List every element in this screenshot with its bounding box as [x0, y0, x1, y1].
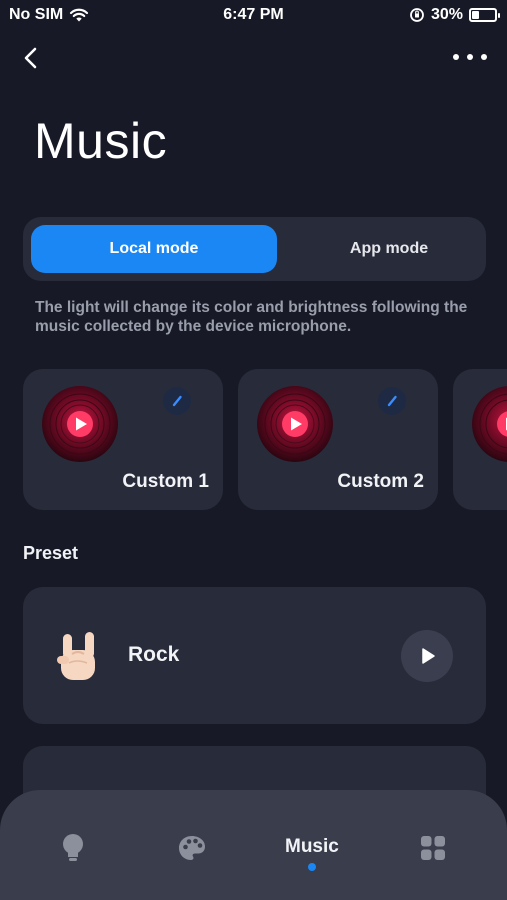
app-mode-button[interactable]: App mode: [277, 225, 501, 273]
tab-bulb[interactable]: [60, 833, 86, 863]
pencil-icon[interactable]: [378, 387, 406, 415]
play-button[interactable]: [401, 630, 453, 682]
tab-bar: Music: [0, 790, 507, 900]
custom-card-1[interactable]: Custom 1: [23, 369, 223, 510]
tab-more[interactable]: [421, 836, 445, 860]
battery-icon: [469, 8, 500, 22]
rock-hand-icon: [57, 632, 95, 680]
page-title: Music: [34, 113, 168, 169]
music-screen: No SIM 6:47 PM 30% Music Local mode App …: [0, 0, 507, 900]
vinyl-record-icon: [257, 386, 333, 462]
tab-music[interactable]: Music: [285, 836, 339, 871]
vinyl-record-icon: [42, 386, 118, 462]
battery-fill: [472, 11, 479, 19]
mode-toggle: Local mode App mode: [23, 217, 486, 281]
battery-percent: 30%: [430, 6, 463, 23]
custom-card-label: Custom 1: [122, 471, 209, 492]
custom-card-3-partial[interactable]: [453, 369, 507, 510]
status-right: 30%: [409, 6, 500, 24]
mode-description: The light will change its color and brig…: [35, 299, 468, 335]
preset-label: Rock: [128, 643, 180, 666]
palette-icon: [179, 836, 205, 860]
custom-card-label: Custom 2: [337, 471, 424, 492]
play-icon: [422, 648, 435, 664]
active-tab-indicator: [307, 863, 316, 871]
pencil-icon[interactable]: [163, 387, 191, 415]
grid-icon: [421, 836, 445, 860]
tab-palette[interactable]: [178, 835, 206, 861]
chevron-left-icon[interactable]: [18, 44, 46, 72]
local-mode-button[interactable]: Local mode: [31, 225, 277, 273]
bulb-icon: [63, 834, 83, 861]
status-bar: No SIM 6:47 PM 30%: [0, 0, 507, 32]
vinyl-record-icon: [472, 386, 507, 462]
custom-card-2[interactable]: Custom 2: [238, 369, 438, 510]
more-horizontal-icon[interactable]: [453, 48, 487, 66]
orientation-lock-icon: [410, 8, 424, 22]
preset-section-title: Preset: [23, 543, 79, 563]
tab-music-label: Music: [285, 836, 339, 857]
preset-item-rock[interactable]: Rock: [23, 587, 486, 724]
